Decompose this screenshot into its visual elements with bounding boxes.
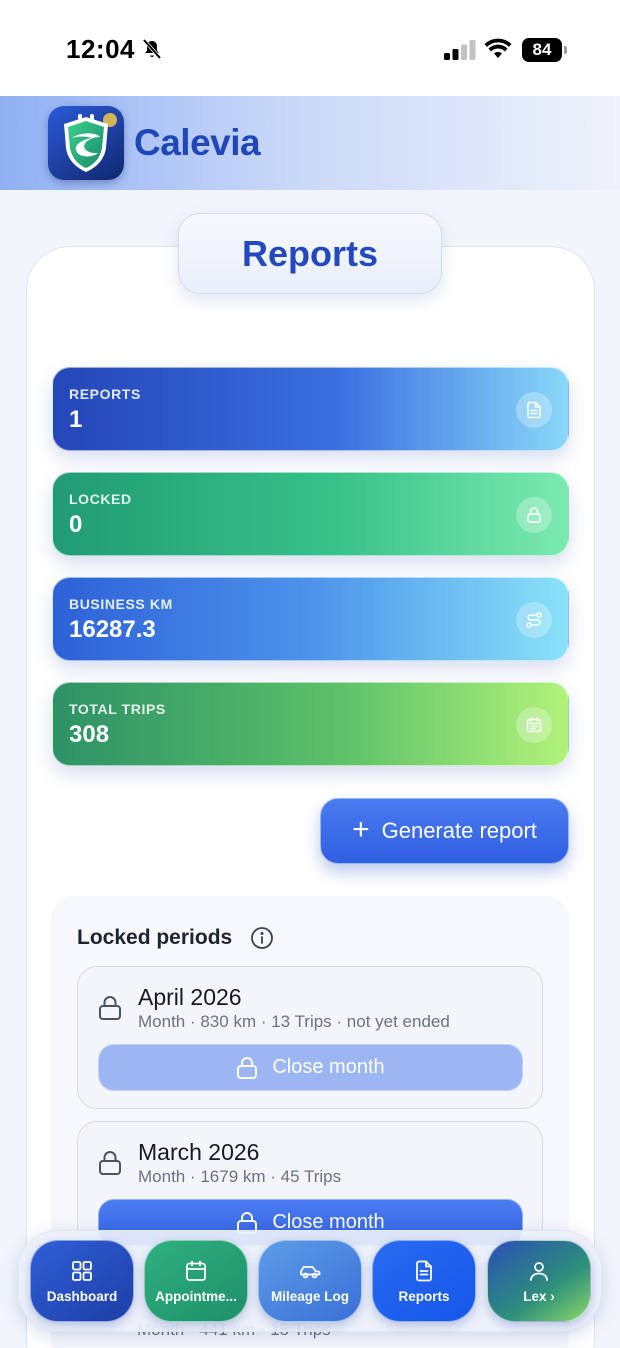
page-title-pill: Reports (178, 213, 442, 294)
stat-value: 308 (69, 721, 110, 748)
app-logo[interactable] (48, 106, 124, 180)
bell-muted-icon (142, 38, 162, 60)
stat-card-reports: REPORTS 1 (52, 367, 569, 451)
nav-label: Mileage Log (270, 1288, 349, 1304)
stat-label: TOTAL TRIPS (69, 701, 166, 717)
period-meta: Month · 1679 km · 45 Trips (138, 1167, 342, 1186)
locked-periods-title: Locked periods (77, 926, 233, 949)
nav-appointments[interactable]: Appointme... (144, 1240, 248, 1322)
period-card: April 2026 Month · 830 km · 13 Trips · n… (77, 966, 543, 1109)
stat-card-total-trips: TOTAL TRIPS 308 (52, 682, 569, 766)
cellular-signal-icon (444, 40, 476, 60)
grid-icon (72, 1260, 92, 1281)
nav-label: Lex › (523, 1288, 555, 1304)
stat-label: REPORTS (69, 386, 141, 402)
nav-label: Dashboard (46, 1288, 118, 1304)
lock-icon (99, 996, 121, 1020)
car-icon (300, 1265, 321, 1278)
page-title: Reports (241, 232, 379, 274)
route-icon (516, 602, 552, 638)
nav-profile[interactable]: Lex › (487, 1240, 591, 1322)
period-name: March 2026 (138, 1139, 260, 1165)
calendar-icon (516, 707, 552, 743)
close-month-label: Close month (272, 1056, 385, 1078)
nav-dashboard[interactable]: Dashboard (30, 1240, 134, 1322)
stat-card-business-km: BUSINESS KM 16287.3 (52, 577, 569, 661)
nav-reports[interactable]: Reports (372, 1240, 476, 1322)
lock-icon (516, 497, 552, 533)
lock-icon (237, 1056, 258, 1079)
nav-label: Reports (398, 1288, 450, 1304)
stat-value: 16287.3 (69, 616, 156, 643)
generate-report-label: Generate report (381, 818, 537, 843)
close-month-button[interactable]: Close month (98, 1044, 523, 1091)
stat-value: 0 (69, 511, 83, 538)
nav-mileage-log[interactable]: Mileage Log (258, 1240, 362, 1322)
document-icon (516, 392, 552, 428)
wifi-icon (484, 38, 512, 58)
brand-name: Calevia (134, 122, 261, 163)
period-meta: Month · 830 km · 13 Trips · not yet ende… (138, 1012, 450, 1031)
generate-report-button[interactable]: + Generate report (320, 798, 569, 864)
stat-value: 1 (69, 406, 83, 433)
period-name: April 2026 (138, 984, 242, 1010)
document-icon (416, 1260, 432, 1281)
user-icon (530, 1261, 548, 1281)
lock-icon (99, 1151, 121, 1175)
status-time: 12:04 (66, 34, 135, 64)
app-header: Calevia (0, 96, 620, 190)
stat-card-locked: LOCKED 0 (52, 472, 569, 556)
stat-label: BUSINESS KM (69, 596, 173, 612)
battery-icon: 84 (522, 38, 568, 62)
nav-label: Appointme... (155, 1288, 237, 1304)
stat-label: LOCKED (69, 491, 132, 507)
calendar-icon (186, 1260, 206, 1281)
status-bar: 12:04 84 (0, 0, 620, 96)
plus-icon: + (352, 812, 370, 846)
shield-logo-icon (64, 113, 117, 172)
battery-level: 84 (522, 38, 562, 62)
info-icon[interactable] (250, 926, 274, 950)
